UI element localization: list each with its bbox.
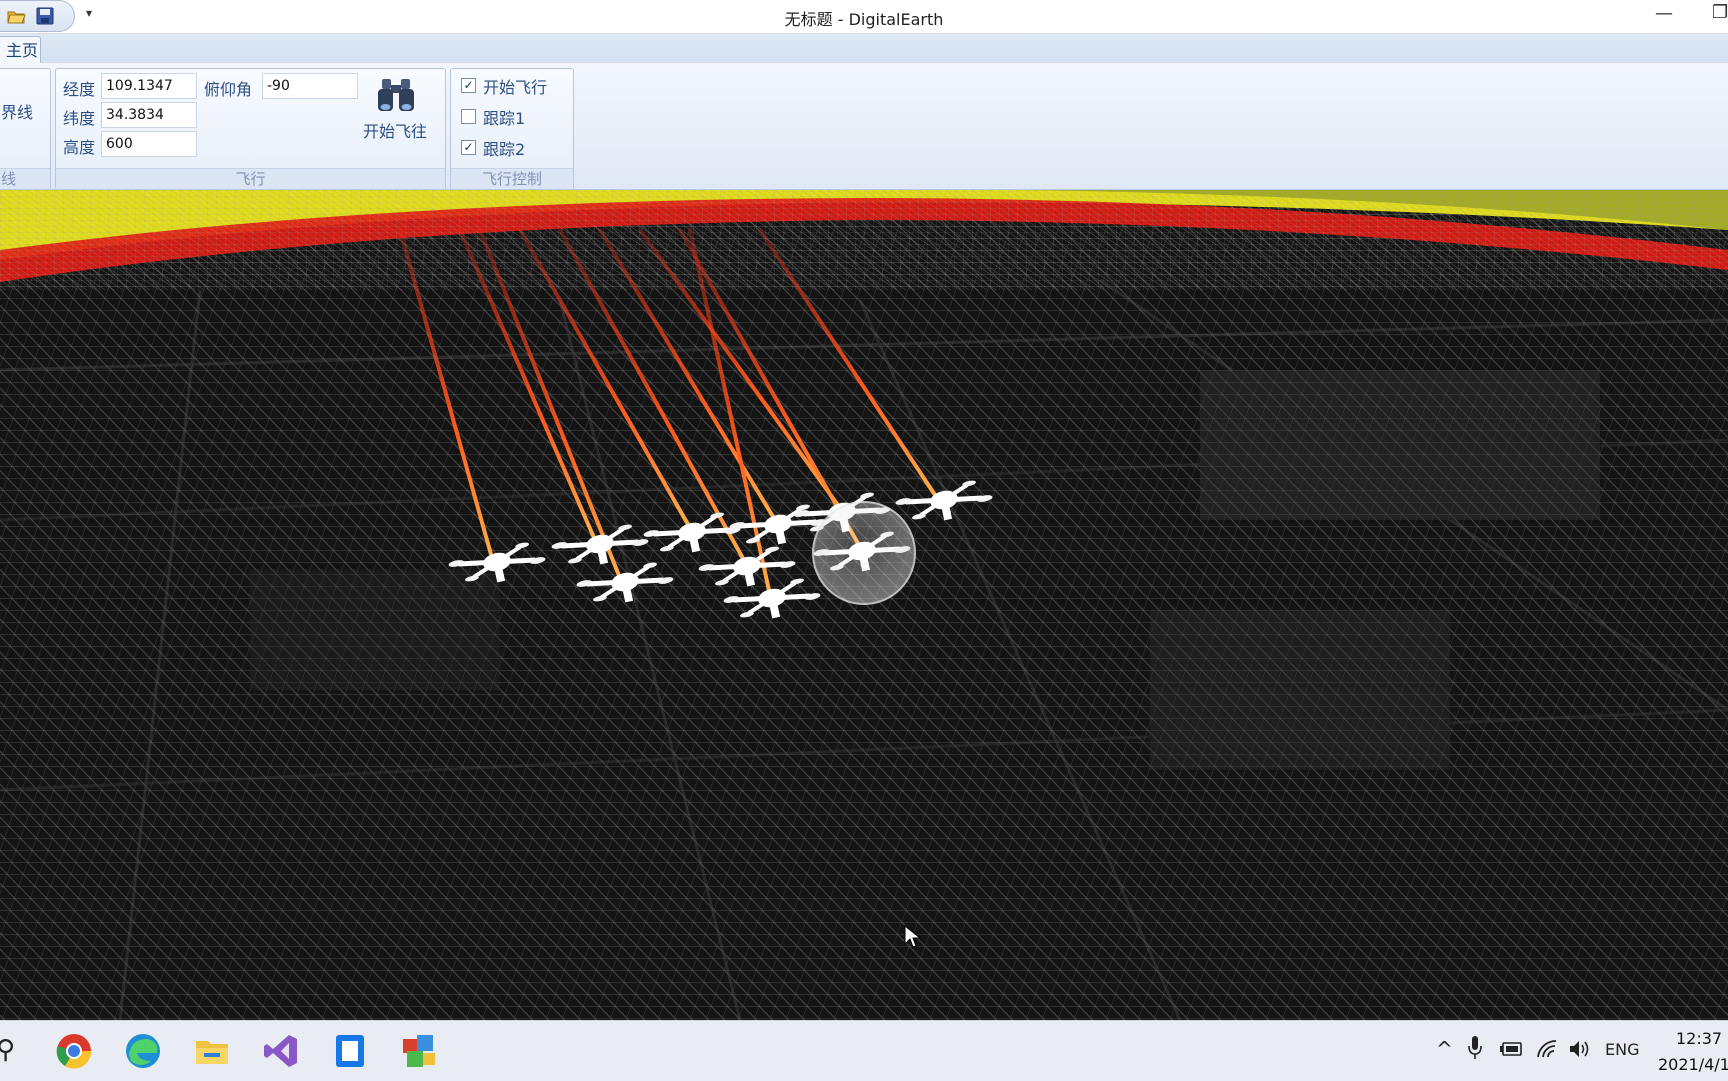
edge-icon[interactable] [121,1029,165,1073]
tab-home[interactable]: 主页 [0,36,41,65]
longitude-label: 经度 [63,80,96,99]
start-flight-check[interactable]: ✓ [461,78,476,93]
minimize-button[interactable]: — [1655,3,1673,24]
windows-taskbar: ⚲ ^ ENG 12:37 2021/4/1 [0,1020,1728,1081]
pitch-input[interactable] [262,73,358,99]
altitude-input[interactable] [101,131,197,157]
binoculars-icon [378,79,414,111]
fly-to-button-label: 开始飞往 [363,122,428,141]
track1-label: 跟踪1 [483,109,526,128]
globe-3d-viewport[interactable] [0,190,1728,1020]
ribbon: 界线 线 经度 纬度 高度 俯仰角 开始飞往 飞行 ✓ [0,63,1728,190]
horizon-mesh [0,190,1728,290]
boundary-group: 界线 线 [0,68,51,190]
track2-check[interactable]: ✓ [461,140,476,155]
terrain-scene[interactable] [0,190,1728,1020]
visual-studio-icon[interactable] [259,1029,303,1073]
boundary-line-button[interactable]: 界线 [1,99,33,123]
file-explorer-icon[interactable] [190,1029,234,1073]
restore-button[interactable]: ❐ [1712,2,1728,23]
title-bar: ▾ 无标题 - DigitalEarth — ❐ [0,0,1728,34]
track2-label: 跟踪2 [483,140,526,159]
volume-icon[interactable] [1568,1039,1592,1059]
notepad-icon[interactable] [328,1029,372,1073]
boundary-group-label: 线 [0,168,50,189]
pitch-label: 俯仰角 [204,80,253,99]
ribbon-tab-strip: 主页 [0,34,1728,65]
wifi-icon[interactable] [1536,1039,1558,1059]
tracked-drone-sphere[interactable] [812,501,916,605]
flight-group: 经度 纬度 高度 俯仰角 开始飞往 飞行 [55,68,446,190]
mouse-cursor-icon [904,925,922,948]
input-language-indicator[interactable]: ENG [1605,1040,1639,1059]
altitude-label: 高度 [63,138,96,157]
fly-to-button[interactable]: 开始飞往 [356,71,436,151]
search-icon[interactable]: ⚲ [0,1035,15,1065]
longitude-input[interactable] [101,73,197,99]
digitalearth-app-icon[interactable] [397,1029,441,1073]
latitude-label: 纬度 [63,109,96,128]
clock-time[interactable]: 12:37 [1676,1029,1722,1048]
flight-group-label: 飞行 [56,168,445,189]
clock-date[interactable]: 2021/4/1 [1658,1055,1728,1074]
start-flight-label: 开始飞行 [483,78,548,97]
window-title: 无标题 - DigitalEarth [784,10,944,29]
latitude-input[interactable] [101,102,197,128]
microphone-icon[interactable] [1468,1035,1482,1061]
tray-overflow-chevron-icon[interactable]: ^ [1436,1037,1453,1061]
battery-icon[interactable] [1500,1041,1524,1057]
flight-control-group: ✓ 开始飞行 跟踪1 ✓ 跟踪2 飞行控制 [450,68,574,190]
chrome-icon[interactable] [52,1029,96,1073]
track1-check[interactable] [461,109,476,124]
flight-control-group-label: 飞行控制 [451,168,573,189]
